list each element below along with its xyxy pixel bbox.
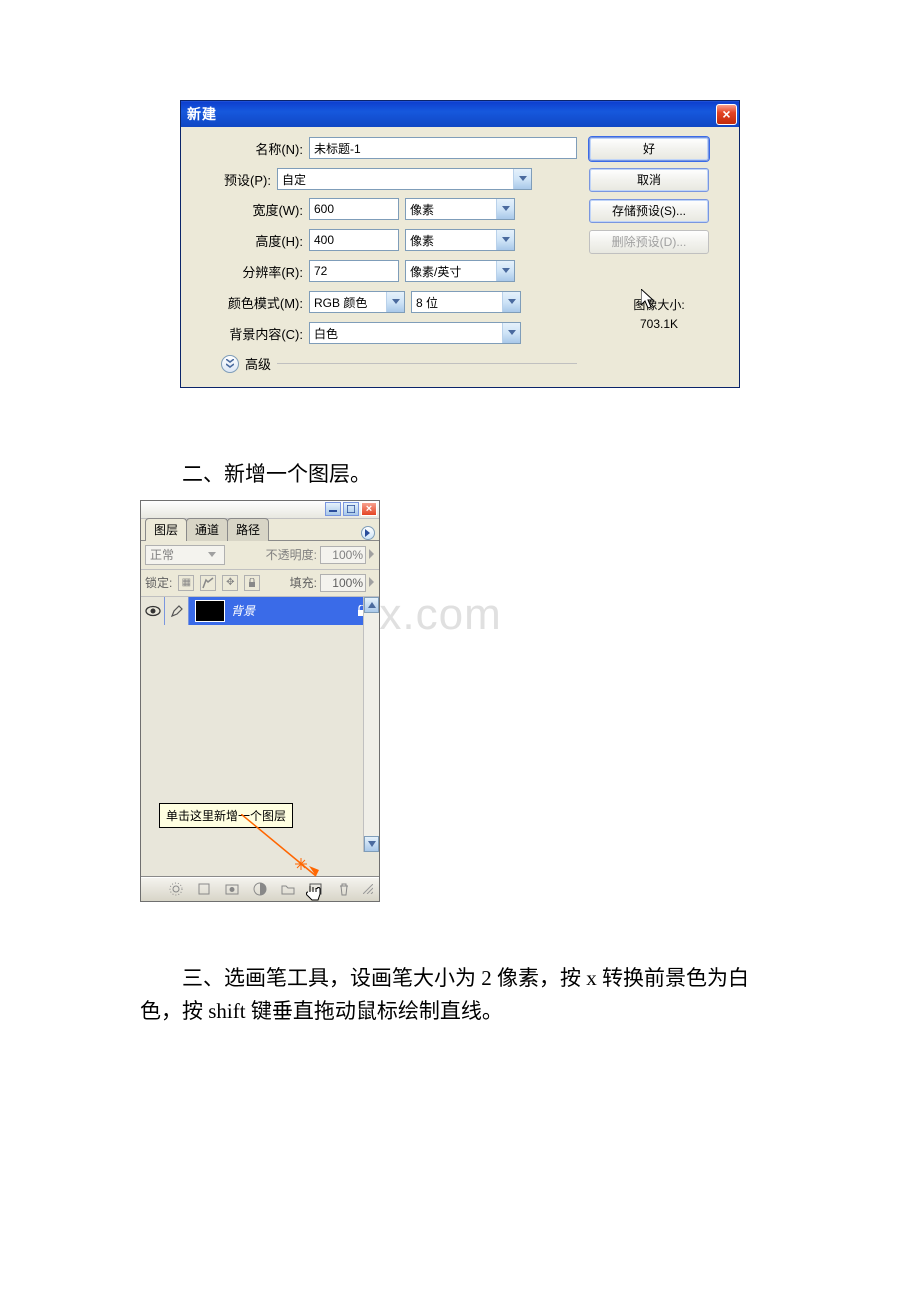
blend-mode-dropdown[interactable]: 正常 (145, 545, 225, 565)
new-layer-icon[interactable] (307, 880, 325, 898)
new-document-dialog: 新建 × 名称(N): 预设(P): 自定 (180, 100, 740, 388)
dialog-title: 新建 (187, 104, 217, 124)
delete-preset-button: 删除预设(D)... (589, 230, 709, 254)
color-mode-value: RGB 颜色 (310, 294, 386, 311)
chevron-down-icon (208, 552, 224, 558)
width-label: 宽度(W): (221, 200, 309, 219)
fill-label: 填充: (290, 574, 317, 591)
color-depth-value: 8 位 (412, 294, 502, 311)
image-size-label: 图像大小: (589, 296, 729, 315)
resolution-unit-dropdown[interactable]: 像素/英寸 (405, 260, 515, 282)
panel-menu-icon[interactable] (361, 526, 375, 540)
ok-button[interactable]: 好 (589, 137, 709, 161)
scrollbar[interactable] (363, 597, 379, 852)
paragraph-step-2: 二、新增一个图层。 (140, 458, 780, 492)
paragraph-step-3: 三、选画笔工具，设画笔大小为 2 像素，按 x 转换前景色为白色，按 shift… (140, 962, 780, 1029)
chevron-right-icon[interactable] (369, 548, 375, 562)
chevron-down-icon (496, 230, 514, 250)
edit-brush-icon[interactable] (165, 597, 189, 625)
image-size-value: 703.1K (589, 315, 729, 334)
link-layers-icon[interactable] (167, 880, 185, 898)
preset-dropdown[interactable]: 自定 (277, 168, 532, 190)
scroll-down-icon[interactable] (364, 836, 379, 852)
fill-input[interactable]: 100% (320, 574, 366, 592)
maximize-icon[interactable] (343, 502, 359, 516)
height-unit-dropdown[interactable]: 像素 (405, 229, 515, 251)
advanced-toggle[interactable]: 高级 (191, 354, 577, 373)
panel-close-icon[interactable]: × (361, 502, 377, 516)
layer-name: 背景 (231, 602, 255, 619)
minimize-icon[interactable] (325, 502, 341, 516)
resize-grip-icon[interactable] (363, 880, 373, 898)
resolution-unit-value: 像素/英寸 (406, 263, 496, 280)
visibility-eye-icon[interactable] (141, 597, 165, 625)
fill-value: 100% (332, 576, 363, 590)
scroll-up-icon[interactable] (364, 597, 379, 613)
color-mode-dropdown[interactable]: RGB 颜色 (309, 291, 405, 313)
width-input[interactable] (309, 198, 399, 220)
chevron-down-icon (496, 261, 514, 281)
lock-label: 锁定: (145, 574, 172, 591)
layer-thumbnail (195, 600, 225, 622)
height-label: 高度(H): (221, 231, 309, 250)
bg-content-dropdown[interactable]: 白色 (309, 322, 521, 344)
color-depth-dropdown[interactable]: 8 位 (411, 291, 521, 313)
resolution-label: 分辨率(R): (221, 262, 309, 281)
cancel-button[interactable]: 取消 (589, 168, 709, 192)
tab-paths[interactable]: 路径 (227, 518, 269, 541)
name-input[interactable] (309, 137, 577, 159)
folder-icon[interactable] (279, 880, 297, 898)
layer-style-icon[interactable] (195, 880, 213, 898)
tooltip-new-layer: 单击这里新增一个图层 (159, 803, 293, 828)
height-input[interactable] (309, 229, 399, 251)
layer-row-background[interactable]: 背景 (141, 597, 379, 625)
lock-all-icon[interactable] (244, 575, 260, 591)
color-mode-label: 颜色模式(M): (221, 293, 309, 312)
adjustment-layer-icon[interactable] (251, 880, 269, 898)
bg-content-label: 背景内容(C): (221, 324, 309, 343)
chevron-down-icon (513, 169, 531, 189)
chevron-down-icon (496, 199, 514, 219)
tab-layers[interactable]: 图层 (145, 518, 187, 541)
close-icon[interactable]: × (716, 104, 737, 125)
opacity-value: 100% (332, 548, 363, 562)
width-unit-dropdown[interactable]: 像素 (405, 198, 515, 220)
chevron-right-icon[interactable] (369, 576, 375, 590)
blend-mode-value: 正常 (150, 546, 174, 563)
lock-position-icon[interactable]: ✥ (222, 575, 238, 591)
chevron-down-icon (502, 292, 520, 312)
name-label: 名称(N): (191, 139, 309, 158)
lock-transparency-icon[interactable]: ▦ (178, 575, 194, 591)
save-preset-button[interactable]: 存储预设(S)... (589, 199, 709, 223)
layers-panel: × 图层 通道 路径 正常 不透明度: 100% (140, 500, 380, 902)
advanced-label: 高级 (245, 354, 277, 373)
opacity-input[interactable]: 100% (320, 546, 366, 564)
layer-list: 背景 单击这里新增一个图层 (141, 597, 379, 877)
chevron-down-icon (502, 323, 520, 343)
hand-cursor-icon (304, 884, 326, 902)
preset-value: 自定 (278, 171, 513, 188)
dialog-titlebar[interactable]: 新建 × (181, 101, 739, 127)
width-unit-value: 像素 (406, 201, 496, 218)
preset-label: 预设(P): (191, 170, 277, 189)
double-chevron-down-icon (221, 355, 239, 373)
delete-layer-icon[interactable] (335, 880, 353, 898)
layer-mask-icon[interactable] (223, 880, 241, 898)
opacity-label: 不透明度: (266, 546, 317, 563)
resolution-input[interactable] (309, 260, 399, 282)
chevron-down-icon (386, 292, 404, 312)
bg-content-value: 白色 (310, 325, 502, 342)
height-unit-value: 像素 (406, 232, 496, 249)
tab-channels[interactable]: 通道 (186, 518, 228, 541)
lock-pixels-icon[interactable] (200, 575, 216, 591)
